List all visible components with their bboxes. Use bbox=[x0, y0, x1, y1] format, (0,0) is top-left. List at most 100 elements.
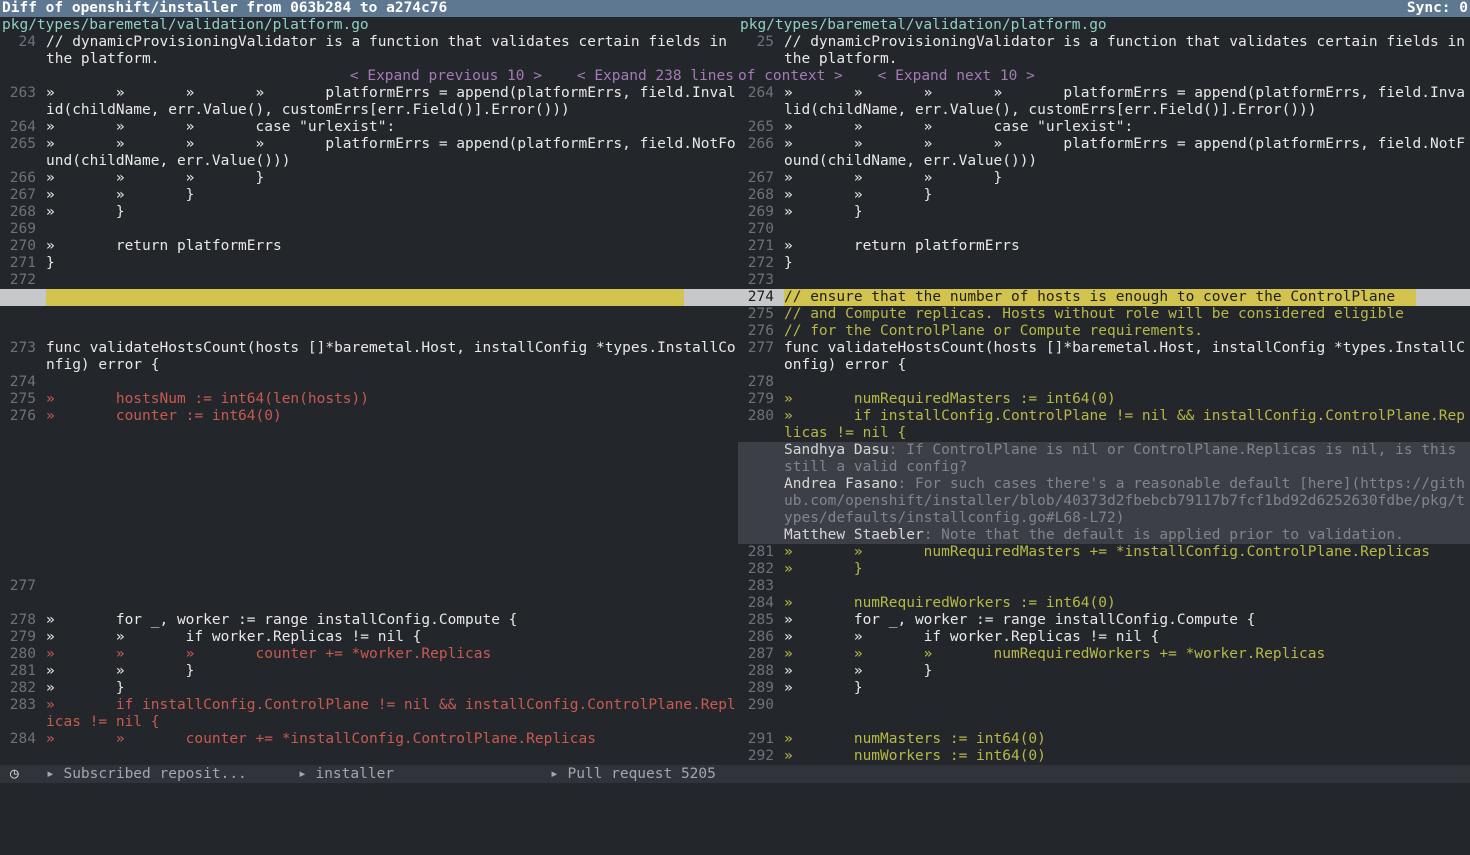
left-file-name: pkg/types/baremetal/validation/platform.… bbox=[2, 17, 369, 33]
line-number: 269 bbox=[747, 204, 774, 220]
spacer-row bbox=[0, 544, 738, 561]
comment-text: : Note that the default is applied prior… bbox=[923, 527, 1404, 543]
comment-author: Matthew Staebler bbox=[784, 527, 924, 543]
code-line: 271} bbox=[0, 255, 738, 272]
line-number: 284 bbox=[9, 731, 36, 747]
code-text: } bbox=[46, 255, 55, 271]
line-number: 276 bbox=[9, 408, 36, 424]
code-line: 273 func validateHostsCount(hosts []*bare… bbox=[0, 340, 738, 374]
code-line: 274 bbox=[0, 374, 738, 391]
code-line: 289 » } bbox=[738, 680, 1470, 697]
code-text: » numRequiredWorkers := int64(0) bbox=[784, 595, 1116, 611]
code-line: 267 » » » } bbox=[738, 170, 1470, 187]
expand-context-link[interactable]: of context > < Expand next 10 > bbox=[738, 68, 1470, 85]
breadcrumb-installer[interactable]: ▸ installer bbox=[298, 765, 394, 783]
line-number: 272 bbox=[9, 272, 36, 288]
code-line: 266 » » » } bbox=[0, 170, 738, 187]
code-text: » } bbox=[784, 204, 863, 220]
code-text: » numWorkers := int64(0) bbox=[784, 748, 1046, 764]
sync-status: Sync: 0 bbox=[1406, 0, 1468, 16]
expand-label[interactable]: of context > < Expand next 10 > bbox=[738, 68, 1470, 85]
added-line: 291 » numMasters := int64(0) bbox=[738, 731, 1470, 748]
code-text: » » » numRequiredWorkers += *worker.Repl… bbox=[784, 646, 1326, 662]
line-number: 284 bbox=[747, 595, 774, 611]
line-number: 281 bbox=[9, 663, 36, 679]
code-text: » numRequiredMasters := int64(0) bbox=[784, 391, 1116, 407]
spacer-row bbox=[0, 595, 738, 612]
review-comment: Matthew Staebler: Note that the default … bbox=[738, 527, 1470, 544]
code-line: 268 » } bbox=[0, 204, 738, 221]
code-text: » » » } bbox=[784, 170, 1003, 186]
code-text: // and Compute replicas. Hosts without r… bbox=[784, 306, 1404, 322]
code-text: » » } bbox=[784, 663, 933, 679]
code-text: » hostsNum := int64(len(hosts)) bbox=[46, 391, 370, 407]
code-text: » » » } bbox=[46, 170, 265, 186]
line-number: 270 bbox=[747, 221, 774, 237]
line-number: 283 bbox=[9, 697, 36, 713]
line-number: 277 bbox=[747, 340, 774, 356]
comment-author: Andrea Fasano bbox=[784, 476, 898, 492]
code-line: 270 bbox=[738, 221, 1470, 238]
breadcrumb-subscribed-repositories[interactable]: ▸ Subscribed reposit... bbox=[46, 765, 247, 783]
left-diff-pane[interactable]: pkg/types/baremetal/validation/platform.… bbox=[0, 17, 738, 765]
right-diff-pane[interactable]: pkg/types/baremetal/validation/platform.… bbox=[738, 17, 1470, 765]
code-line: 290 bbox=[738, 697, 1470, 714]
line-number: 273 bbox=[9, 340, 36, 356]
code-line: 265 » » » » platformErrs = append(platfor… bbox=[0, 136, 738, 170]
line-number: 292 bbox=[747, 748, 774, 764]
spacer-row bbox=[0, 306, 738, 323]
code-text: » } bbox=[46, 680, 125, 696]
line-number: 265 bbox=[747, 119, 774, 135]
code-text: » } bbox=[784, 680, 863, 696]
code-line: 270 » return platformErrs bbox=[0, 238, 738, 255]
line-number: 275 bbox=[9, 391, 36, 407]
line-number: 267 bbox=[9, 187, 36, 203]
line-number: 288 bbox=[747, 663, 774, 679]
line-number: 285 bbox=[747, 612, 774, 628]
expand-label[interactable]: < Expand previous 10 > < Expand 238 line… bbox=[46, 68, 738, 85]
code-text: » if installConfig.ControlPlane != nil &… bbox=[784, 408, 1465, 441]
added-line: 282 » } bbox=[738, 561, 1470, 578]
code-text: » counter := int64(0) bbox=[46, 408, 282, 424]
line-number: 264 bbox=[9, 119, 36, 135]
line-number: 278 bbox=[747, 374, 774, 390]
line-number: 279 bbox=[747, 391, 774, 407]
removed-line: 283 » if installConfig.ControlPlane != ni… bbox=[0, 697, 738, 731]
line-number: 267 bbox=[747, 170, 774, 186]
code-line: 265 » » » case "urlexist": bbox=[738, 119, 1470, 136]
code-text: func validateHostsCount(hosts []*baremet… bbox=[46, 340, 736, 373]
code-line: 282 » } bbox=[0, 680, 738, 697]
line-number: 289 bbox=[747, 680, 774, 696]
line-number: 272 bbox=[747, 255, 774, 271]
right-code-rows: 25 // dynamicProvisioningValidator is a f… bbox=[738, 34, 1470, 765]
line-number: 274 bbox=[9, 374, 36, 390]
line-number: 287 bbox=[747, 646, 774, 662]
line-number: 264 bbox=[747, 85, 774, 101]
code-text: » » if worker.Replicas != nil { bbox=[784, 629, 1160, 645]
code-line: 25 // dynamicProvisioningValidator is a f… bbox=[738, 34, 1470, 68]
line-number: 278 bbox=[9, 612, 36, 628]
code-text: » » if worker.Replicas != nil { bbox=[46, 629, 422, 645]
code-text: // for the ControlPlane or Compute requi… bbox=[784, 323, 1204, 339]
code-text: // dynamicProvisioningValidator is a fun… bbox=[784, 34, 1465, 67]
line-number: 270 bbox=[9, 238, 36, 254]
removed-line: 275 » hostsNum := int64(len(hosts)) bbox=[0, 391, 738, 408]
comment-author: Sandhya Dasu bbox=[784, 442, 889, 458]
breadcrumb-pull-request[interactable]: ▸ Pull request 5205 bbox=[550, 765, 716, 783]
selected-line: 274 // ensure that the number of hosts is… bbox=[738, 289, 1470, 306]
code-text: » » } bbox=[46, 663, 195, 679]
code-line: 278 » for _, worker := range installConfi… bbox=[0, 612, 738, 629]
code-text: » » } bbox=[784, 187, 933, 203]
expand-context-link[interactable]: < Expand previous 10 > < Expand 238 line… bbox=[0, 68, 738, 85]
code-line: 263 » » » » platformErrs = append(platfor… bbox=[0, 85, 738, 119]
code-text: » » » counter += *worker.Replicas bbox=[46, 646, 492, 662]
added-line: 284 » numRequiredWorkers := int64(0) bbox=[738, 595, 1470, 612]
added-line: 280 » if installConfig.ControlPlane != ni… bbox=[738, 408, 1470, 442]
code-line: 271 » return platformErrs bbox=[738, 238, 1470, 255]
